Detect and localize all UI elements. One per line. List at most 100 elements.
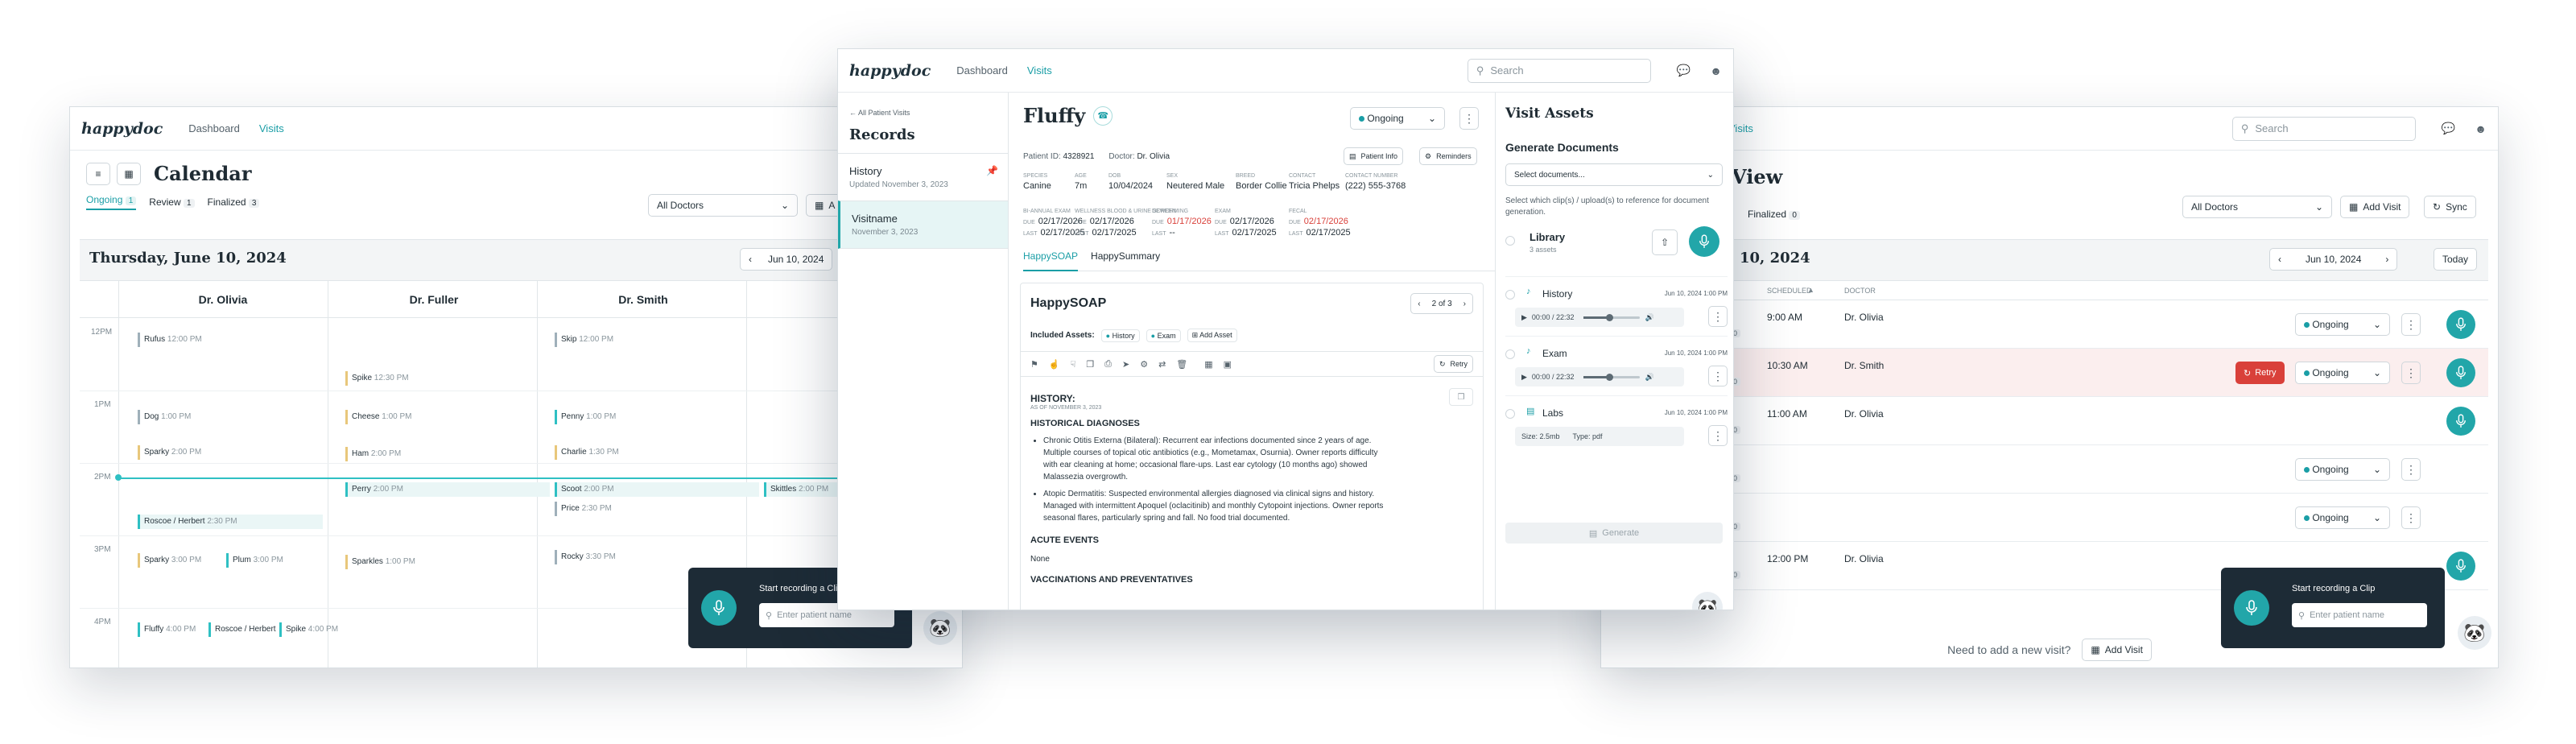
add-visit-button[interactable]: ▦ Add Visit — [2340, 196, 2410, 218]
thumbs-up-icon[interactable]: ☝ — [1049, 359, 1060, 370]
copy-icon[interactable]: ❐ — [1086, 359, 1094, 370]
sort-icon[interactable]: ▲ — [1807, 286, 1814, 294]
pager[interactable]: ‹ 2 of 3 › — [1410, 293, 1473, 314]
status-select[interactable]: Ongoing ⌄ — [2295, 506, 2390, 529]
calendar-event[interactable]: Rocky 3:30 PM — [555, 550, 691, 564]
date-picker[interactable]: ‹ Jun 10, 2024 › — [2269, 248, 2398, 271]
date-picker[interactable]: ‹ Jun 10, 2024 — [740, 248, 833, 271]
calendar-event[interactable]: Roscoe / Herbert — [208, 622, 276, 637]
asset-chip[interactable]: ● History — [1100, 329, 1140, 342]
send-icon[interactable]: ➤ — [1122, 359, 1129, 370]
next-page-icon[interactable]: › — [1457, 300, 1472, 308]
swap-icon[interactable]: ⇄ — [1158, 359, 1166, 370]
more-options-icon[interactable]: ⋮ — [2401, 362, 2421, 384]
calendar-event[interactable]: Spike 4:00 PM — [279, 622, 344, 637]
record-item-history[interactable]: History Updated November 3, 2023 📌 — [838, 153, 1008, 200]
nav-dashboard[interactable]: Dashboard — [956, 64, 1008, 76]
tab-ongoing[interactable]: Ongoing 1 — [86, 194, 137, 210]
table-row[interactable]: ips 0 Ongoing⌄⋮ — [1611, 445, 2488, 494]
status-select[interactable]: Ongoing ⌄ — [2295, 313, 2390, 336]
more-options-icon[interactable]: ⋮ — [2401, 506, 2421, 529]
more-options-icon[interactable]: ⋮ — [1459, 107, 1479, 130]
volume-icon[interactable]: 🔊 — [1645, 373, 1653, 382]
calendar-event[interactable]: Sparkles 1:00 PM — [345, 555, 482, 569]
user-icon[interactable]: ☻ — [2475, 122, 2487, 135]
back-link[interactable]: ← All Patient Visits — [838, 93, 1008, 117]
play-icon[interactable]: ▶ — [1521, 313, 1527, 322]
copy-section-icon[interactable]: ❐ — [1449, 388, 1473, 406]
settings-icon[interactable]: ⚙ — [1140, 359, 1148, 370]
library-checkbox[interactable] — [1505, 236, 1515, 246]
record-item-visit[interactable]: Visitname November 3, 2023 — [838, 200, 1008, 249]
phone-icon[interactable]: ☎ — [1093, 105, 1113, 126]
calendar-event[interactable]: Roscoe / Herbert 2:30 PM — [138, 515, 323, 529]
calendar-event[interactable]: Penny 1:00 PM — [555, 410, 691, 424]
record-mic-button[interactable] — [1689, 226, 1719, 257]
calendar-event[interactable]: Dog 1:00 PM — [138, 410, 275, 424]
chat-icon[interactable]: 💬 — [1677, 64, 1690, 77]
doctor-filter-select[interactable]: All Doctors ⌄ — [2182, 196, 2332, 218]
prev-page-icon[interactable]: ‹ — [1411, 300, 1426, 308]
table-row[interactable]: ips 0 Ongoing⌄⋮ — [1611, 494, 2488, 542]
prev-day-icon[interactable]: ‹ — [2270, 254, 2289, 265]
generate-button[interactable]: ▤ Generate — [1505, 523, 1723, 544]
record-mic-button[interactable] — [2446, 407, 2475, 436]
record-mic-button[interactable] — [2234, 590, 2269, 626]
record-mic-button[interactable] — [2446, 358, 2475, 387]
list-view-button[interactable]: ≡ — [86, 162, 110, 185]
audio-progress[interactable] — [1583, 313, 1641, 321]
doctor-filter-select[interactable]: All Doctors ⌄ — [648, 194, 798, 217]
nav-visits[interactable]: Visits — [1027, 64, 1052, 76]
calendar-event[interactable]: Ham 2:00 PM — [345, 447, 482, 461]
more-options-icon[interactable]: ⋮ — [1708, 366, 1728, 386]
status-select[interactable]: Ongoing ⌄ — [2295, 458, 2390, 481]
brand-logo[interactable]: happydoc — [81, 120, 163, 138]
more-options-icon[interactable]: ⋮ — [1708, 306, 1728, 327]
table-row[interactable]: ips 09:00 AMDr. Olivia Ongoing⌄⋮ — [1611, 300, 2488, 349]
tab-happysummary[interactable]: HappySummary — [1091, 250, 1160, 271]
trash-icon[interactable]: 🗑 — [1176, 359, 1187, 370]
table-row[interactable]: ips 010:30 AMDr. Smith↻Retry Ongoing⌄⋮ — [1611, 349, 2488, 397]
reminders-button[interactable]: ⚙ Reminders — [1419, 147, 1477, 165]
volume-icon[interactable]: 🔊 — [1645, 313, 1653, 322]
calendar-event[interactable]: Charlie 1:30 PM — [555, 445, 691, 460]
more-options-icon[interactable]: ⋮ — [2401, 313, 2421, 336]
patient-name-input[interactable]: ⚲ Enter patient name — [2292, 603, 2427, 627]
status-select[interactable]: Ongoing ⌄ — [1350, 107, 1445, 130]
grid-icon[interactable]: ▦ — [1204, 359, 1212, 370]
audio-progress[interactable] — [1583, 373, 1641, 381]
search-input[interactable]: ⚲ Search — [1467, 58, 1651, 83]
tab-review[interactable]: Review 1 — [149, 196, 195, 208]
tab-happysoap[interactable]: HappySOAP — [1023, 250, 1079, 271]
today-button[interactable]: Today — [2434, 248, 2478, 271]
asset-checkbox[interactable] — [1505, 290, 1515, 300]
assistant-mascot-icon[interactable]: 🐼 — [2458, 616, 2491, 650]
calendar-event[interactable]: Rufus 12:00 PM — [138, 333, 275, 347]
record-mic-button[interactable] — [701, 590, 737, 626]
search-input[interactable]: ⚲ Search — [2231, 116, 2416, 141]
flag-icon[interactable]: ⚑ — [1030, 359, 1038, 370]
retry-button[interactable]: ↻ Retry — [2235, 362, 2285, 384]
user-icon[interactable]: ☻ — [1710, 64, 1722, 77]
asset-checkbox[interactable] — [1505, 409, 1515, 419]
calendar-view-button[interactable]: ▦ — [117, 162, 141, 185]
retry-button[interactable]: ↻ Retry — [1433, 355, 1473, 373]
chat-icon[interactable]: 💬 — [2442, 122, 2455, 135]
record-mic-button[interactable] — [2446, 552, 2475, 581]
table-row[interactable]: ips 011:00 AMDr. Olivia — [1611, 397, 2488, 445]
play-icon[interactable]: ▶ — [1521, 373, 1527, 382]
image-icon[interactable]: ▣ — [1224, 359, 1232, 370]
select-documents[interactable]: Select documents... ⌄ — [1505, 163, 1723, 186]
tab-finalized[interactable]: Finalized 0 — [1748, 209, 1800, 220]
audio-player[interactable]: ▶ 00:00 / 22:32 🔊 — [1515, 308, 1684, 327]
print-icon[interactable]: ⎙ — [1104, 359, 1112, 370]
asset-checkbox[interactable] — [1505, 349, 1515, 359]
more-options-icon[interactable]: ⋮ — [1708, 425, 1728, 446]
next-day-icon[interactable]: › — [2377, 254, 2396, 265]
calendar-event[interactable]: Perry 2:00 PM — [345, 482, 550, 497]
tab-finalized[interactable]: Finalized 3 — [208, 196, 260, 208]
calendar-event[interactable]: Fluffy 4:00 PM — [138, 622, 202, 637]
calendar-event[interactable]: Scoot 2:00 PM — [555, 482, 759, 497]
assistant-mascot-icon[interactable]: 🐼 — [1692, 592, 1723, 610]
calendar-event[interactable]: Sparky 3:00 PM — [138, 553, 226, 568]
